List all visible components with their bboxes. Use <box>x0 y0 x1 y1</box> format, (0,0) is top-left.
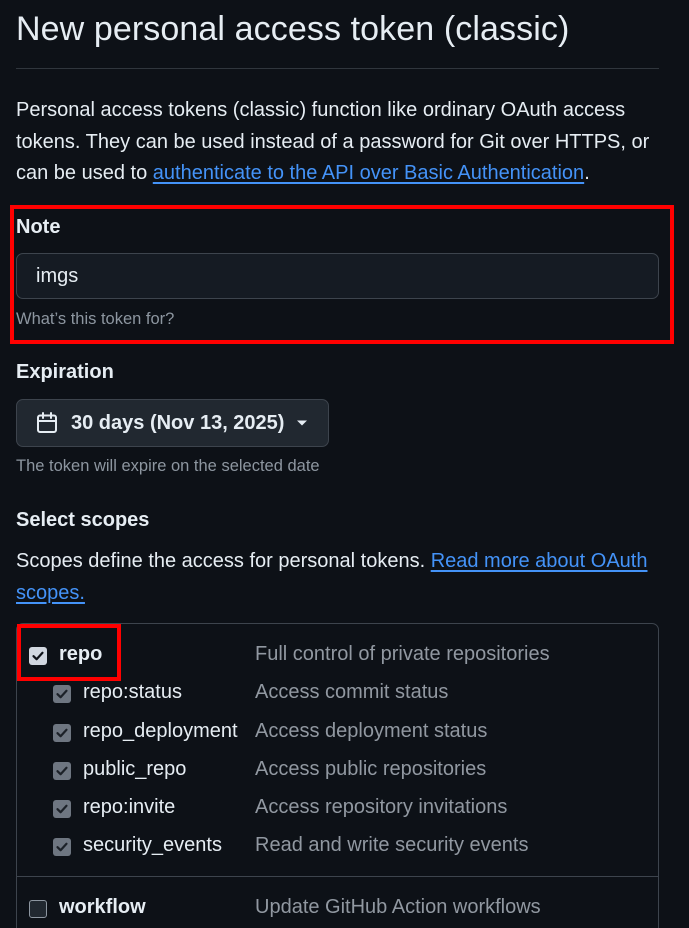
scope-checkbox[interactable] <box>53 685 71 703</box>
scope-checkbox[interactable] <box>53 800 71 818</box>
note-hint: What’s this token for? <box>16 310 175 328</box>
title-divider <box>16 68 659 69</box>
scope-checkbox[interactable] <box>29 647 47 665</box>
basic-auth-link[interactable]: authenticate to the API over Basic Authe… <box>153 162 584 184</box>
scope-row-repo-invite: repo:invite Access repository invitations <box>0 794 689 824</box>
intro-end: . <box>584 162 590 184</box>
scope-row-public-repo: public_repo Access public repositories <box>0 756 689 786</box>
scope-description: Read and write security events <box>255 834 529 856</box>
check-icon <box>56 842 68 852</box>
intro-paragraph: Personal access tokens (classic) functio… <box>16 95 666 190</box>
calendar-icon <box>37 412 57 433</box>
scope-name: repo_deployment <box>83 720 238 742</box>
scopes-label: Select scopes <box>16 509 150 531</box>
scope-description: Full control of private repositories <box>255 643 550 665</box>
scope-name: repo <box>59 643 103 665</box>
scope-checkbox[interactable] <box>53 762 71 780</box>
scopes-desc-text: Scopes define the access for personal to… <box>16 550 431 572</box>
scope-row-repo: repo Full control of private repositories <box>0 641 689 671</box>
note-label: Note <box>16 216 61 238</box>
scopes-description: Scopes define the access for personal to… <box>16 546 656 609</box>
check-icon <box>32 651 44 661</box>
scope-name: workflow <box>59 896 146 918</box>
check-icon <box>56 689 68 699</box>
token-page: New personal access token (classic) Pers… <box>0 0 689 928</box>
expiration-dropdown[interactable]: 30 days (Nov 13, 2025) <box>16 399 329 447</box>
scope-name: public_repo <box>83 758 187 780</box>
expiration-hint: The token will expire on the selected da… <box>16 457 320 475</box>
expiration-value: 30 days (Nov 13, 2025) <box>71 411 285 434</box>
scope-name: repo:invite <box>83 796 176 818</box>
scope-description: Update GitHub Action workflows <box>255 896 541 918</box>
scopes-group-divider <box>17 876 658 877</box>
scope-description: Access repository invitations <box>255 796 508 818</box>
page-title: New personal access token (classic) <box>16 10 570 48</box>
check-icon <box>56 804 68 814</box>
scope-checkbox[interactable] <box>53 724 71 742</box>
scope-description: Access deployment status <box>255 720 488 742</box>
check-icon <box>56 766 68 776</box>
scope-row-security-events: security_events Read and write security e… <box>0 832 689 862</box>
scope-row-repo-deployment: repo_deployment Access deployment status <box>0 718 689 748</box>
scope-description: Access public repositories <box>255 758 487 780</box>
check-icon <box>56 728 68 738</box>
scope-row-workflow: workflow Update GitHub Action workflows <box>0 894 689 924</box>
note-input[interactable] <box>16 253 659 299</box>
scope-row-repo-status: repo:status Access commit status <box>0 679 689 709</box>
scope-checkbox[interactable] <box>29 900 47 918</box>
scope-description: Access commit status <box>255 681 449 703</box>
scope-checkbox[interactable] <box>53 838 71 856</box>
scope-name: security_events <box>83 834 222 856</box>
scope-name: repo:status <box>83 681 182 703</box>
expiration-label: Expiration <box>16 361 114 383</box>
caret-down-icon <box>297 420 308 426</box>
